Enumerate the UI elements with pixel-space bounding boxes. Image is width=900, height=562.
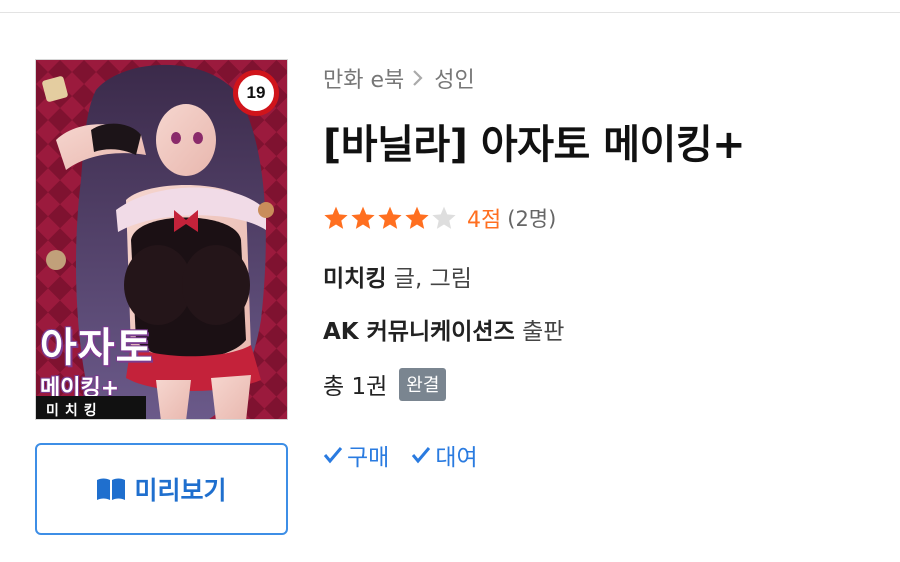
breadcrumb-subcategory[interactable]: 성인 bbox=[434, 62, 474, 94]
status-badge: 완결 bbox=[399, 367, 447, 401]
publisher-name[interactable]: AK 커뮤니케이션즈 bbox=[323, 319, 515, 345]
rent-option[interactable]: 대여 bbox=[411, 438, 478, 472]
header-divider bbox=[0, 12, 900, 13]
book-title: [바닐라] 아자토 메이킹+ bbox=[323, 122, 746, 168]
preview-button-label: 미리보기 bbox=[134, 476, 227, 505]
volume-count: 총 1권 bbox=[323, 374, 388, 400]
rating-score: 4점 bbox=[467, 208, 502, 233]
purchase-options: 구매 대여 bbox=[323, 438, 478, 472]
preview-button[interactable]: 미리보기 bbox=[35, 443, 288, 535]
purchase-option[interactable]: 구매 bbox=[323, 438, 389, 472]
star-filled-icon bbox=[405, 206, 429, 229]
star-filled-icon bbox=[378, 206, 402, 229]
chevron-right-icon bbox=[412, 69, 424, 87]
purchase-option-label: 구매 bbox=[347, 445, 390, 471]
check-icon bbox=[323, 447, 343, 464]
rating-count: (2명) bbox=[507, 207, 557, 231]
author-line: 미치킹 글, 그림 bbox=[323, 259, 472, 293]
author-role: 글, 그림 bbox=[393, 266, 472, 292]
rating: 4점 (2명) bbox=[323, 202, 556, 234]
breadcrumb-category[interactable]: 만화 e북 bbox=[323, 62, 404, 94]
breadcrumb: 만화 e북 성인 bbox=[323, 62, 475, 94]
book-cover[interactable]: 19 아자토 메이킹+ 미치킹 bbox=[35, 59, 288, 420]
publisher-role: 출판 bbox=[522, 319, 565, 345]
open-book-icon bbox=[97, 478, 126, 500]
age-rating-badge: 19 bbox=[233, 70, 279, 116]
star-filled-icon bbox=[351, 206, 375, 229]
cover-author: 미치킹 bbox=[36, 396, 146, 419]
star-filled-icon bbox=[324, 206, 348, 229]
star-rating bbox=[323, 205, 457, 231]
cover-title: 아자토 bbox=[40, 325, 154, 371]
author-name[interactable]: 미치킹 bbox=[323, 266, 386, 292]
check-icon bbox=[412, 447, 431, 464]
star-empty-icon bbox=[432, 206, 456, 229]
volume-line: 총 1권 완결 bbox=[323, 367, 447, 401]
rent-option-label: 대여 bbox=[435, 445, 478, 471]
publisher-line: AK 커뮤니케이션즈 출판 bbox=[323, 312, 564, 346]
